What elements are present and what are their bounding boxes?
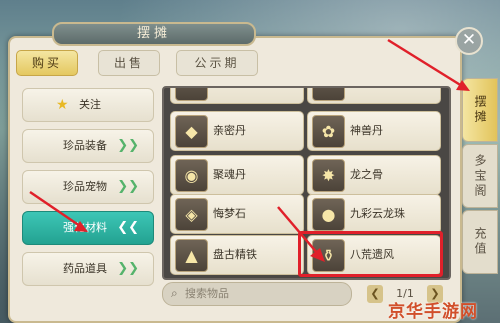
prev-page-button[interactable]: ❮ [367, 285, 383, 303]
item-icon [175, 88, 208, 101]
window-title: 摆摊 [52, 22, 256, 46]
chevron-right-icon: ❯❯ [117, 179, 139, 194]
tab-public[interactable]: 公示期 [176, 50, 258, 76]
item-name: 神兽丹 [350, 124, 383, 137]
item-icon: ● [312, 198, 345, 231]
item-name: 龙之骨 [350, 168, 383, 181]
star-icon: ★ [56, 97, 69, 113]
chevron-right-icon: ❯❯ [117, 138, 139, 153]
item-cell[interactable]: ✸ 龙之骨 [307, 155, 441, 195]
item-name: 亲密丹 [213, 124, 246, 137]
item-cell[interactable]: ◈ 悔梦石 [170, 194, 304, 234]
search-input[interactable]: ⌕ 搜索物品 [162, 282, 352, 306]
sidebar-item-enhance-materials[interactable]: 强化材料 ❮❮ [22, 211, 154, 245]
item-icon: ✸ [312, 159, 345, 192]
item-cell[interactable]: ▲ 盘古精铁 [170, 235, 304, 275]
item-name: 九彩云龙珠 [350, 207, 405, 220]
item-icon: ◆ [175, 115, 208, 148]
item-cell-partial[interactable] [170, 88, 304, 104]
sidebar-item-potions[interactable]: 药品道具 ❯❯ [22, 252, 154, 286]
tab-stall[interactable]: 摆摊 [462, 78, 498, 142]
watermark-logo: 京华手游网 [388, 302, 478, 322]
sidebar-item-label: 药品道具 [63, 262, 107, 275]
item-name: 聚魂丹 [213, 168, 246, 181]
item-cell[interactable]: ● 九彩云龙珠 [307, 194, 441, 234]
item-icon [312, 88, 345, 101]
highlight-box [298, 231, 443, 277]
item-icon: ◈ [175, 198, 208, 231]
sidebar-item-label: 强化材料 [63, 221, 107, 234]
item-cell[interactable]: ✿ 神兽丹 [307, 111, 441, 151]
tab-recharge[interactable]: 充值 [462, 210, 498, 274]
chevron-right-icon: ❯❯ [117, 261, 139, 276]
item-icon: ▲ [175, 239, 208, 272]
item-name: 悔梦石 [213, 207, 246, 220]
close-icon: ✕ [461, 30, 477, 50]
tab-buy[interactable]: 购买 [16, 50, 78, 76]
item-cell[interactable]: ◆ 亲密丹 [170, 111, 304, 151]
sidebar-item-rare-pets[interactable]: 珍品宠物 ❯❯ [22, 170, 154, 204]
sidebar-item-rare-equipment[interactable]: 珍品装备 ❯❯ [22, 129, 154, 163]
sidebar-item-label: 关注 [79, 98, 101, 111]
close-button[interactable]: ✕ [455, 27, 483, 55]
item-icon: ◉ [175, 159, 208, 192]
item-cell-partial[interactable] [307, 88, 441, 104]
search-placeholder: 搜索物品 [185, 287, 229, 300]
sidebar-item-favorites[interactable]: ★ 关注 [22, 88, 154, 122]
item-name: 盘古精铁 [213, 248, 257, 261]
tab-sell[interactable]: 出售 [98, 50, 160, 76]
item-icon: ✿ [312, 115, 345, 148]
item-cell[interactable]: ◉ 聚魂丹 [170, 155, 304, 195]
sidebar-item-label: 珍品装备 [63, 139, 107, 152]
chevron-left-icon: ❮❮ [117, 220, 139, 235]
sidebar-item-label: 珍品宠物 [63, 180, 107, 193]
search-icon: ⌕ [171, 286, 178, 300]
tab-treasure-pavilion[interactable]: 多宝阁 [462, 144, 498, 208]
